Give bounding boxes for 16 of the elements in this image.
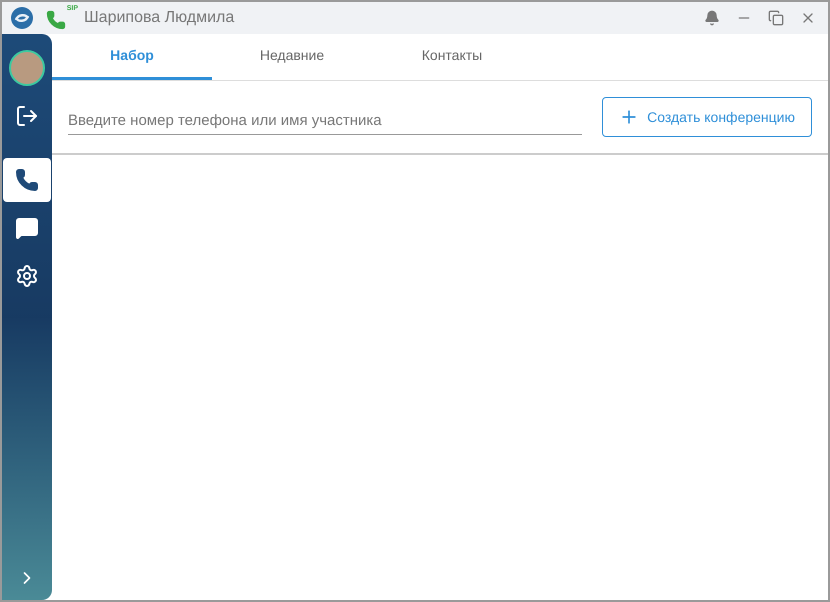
search-field[interactable]: Введите номер телефона или имя участника <box>68 99 582 135</box>
avatar[interactable] <box>9 50 45 86</box>
tab[interactable]: Недавние <box>212 34 372 80</box>
tab[interactable]: Набор <box>52 34 212 80</box>
nav-item[interactable] <box>3 158 51 202</box>
window-title: Шарипова Людмила <box>84 8 234 28</box>
bell-icon[interactable] <box>704 10 720 26</box>
maximize-icon[interactable] <box>768 10 784 26</box>
conference-button[interactable]: Создать конференцию <box>602 97 812 137</box>
settings-icon <box>15 264 39 288</box>
chat-icon <box>15 216 39 240</box>
phone-icon <box>15 168 39 192</box>
logout-icon <box>15 104 39 128</box>
phone-icon <box>46 10 66 30</box>
tab[interactable]: Контакты <box>372 34 532 80</box>
app-logo-icon <box>10 6 34 30</box>
